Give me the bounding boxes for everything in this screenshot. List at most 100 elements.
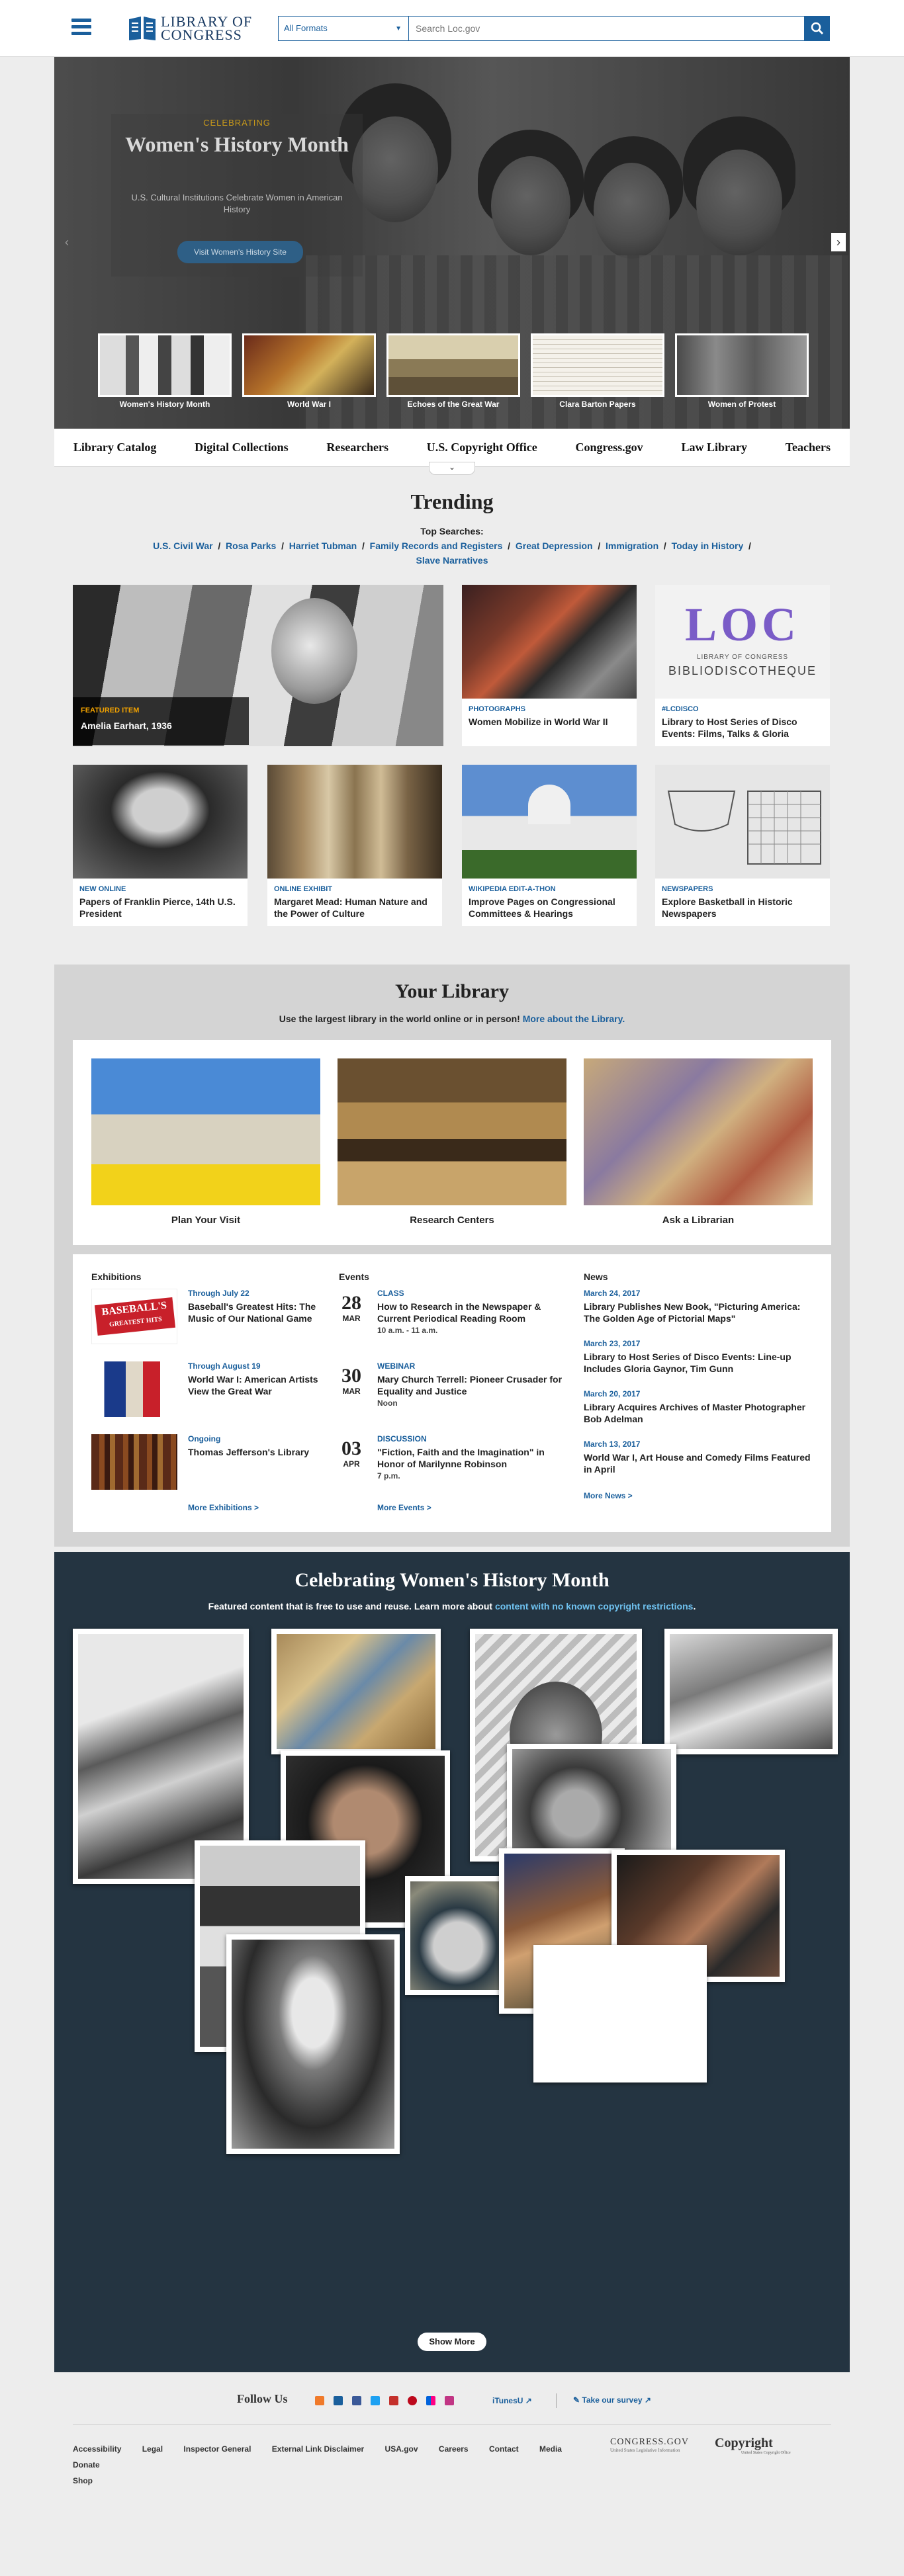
- footer-link[interactable]: Accessibility: [73, 2444, 121, 2454]
- event-item[interactable]: 03 APR DISCUSSION "Fiction, Faith and th…: [339, 1434, 564, 1500]
- nav-library-catalog[interactable]: Library Catalog: [73, 441, 157, 454]
- copyright-office-logo[interactable]: Copyright United States Copyright Office: [715, 2436, 791, 2455]
- gallery-photo[interactable]: [226, 1934, 400, 2154]
- event-item[interactable]: 30 MAR WEBINAR Mary Church Terrell: Pion…: [339, 1361, 564, 1428]
- instagram-icon[interactable]: [445, 2396, 454, 2405]
- nav-congress-gov[interactable]: Congress.gov: [576, 441, 643, 454]
- news-date: March 23, 2017: [584, 1339, 641, 1348]
- top-search-link[interactable]: Great Depression: [516, 540, 593, 551]
- nav-teachers[interactable]: Teachers: [786, 441, 831, 454]
- footer-link[interactable]: External Link Disclaimer: [272, 2444, 364, 2454]
- loc-logo[interactable]: LIBRARY OF CONGRESS: [128, 15, 252, 42]
- event-month: APR: [343, 1459, 360, 1469]
- footer-link[interactable]: Media: [539, 2444, 562, 2454]
- rss-icon[interactable]: [315, 2396, 324, 2405]
- footer-link[interactable]: Careers: [439, 2444, 469, 2454]
- search-input[interactable]: [409, 16, 805, 41]
- news-item[interactable]: March 20, 2017 Library Acquires Archives…: [584, 1389, 813, 1425]
- survey-link[interactable]: ✎ Take our survey ↗: [573, 2395, 651, 2405]
- survey-icon: ✎: [573, 2395, 580, 2405]
- news-item[interactable]: March 23, 2017 Library to Host Series of…: [584, 1339, 813, 1375]
- event-item[interactable]: 28 MAR CLASS How to Research in the News…: [339, 1289, 564, 1355]
- event-month: MAR: [342, 1387, 361, 1396]
- news-item[interactable]: March 13, 2017 World War I, Art House an…: [584, 1439, 813, 1475]
- news-title: Library to Host Series of Disco Events: …: [584, 1352, 791, 1374]
- format-select[interactable]: All Formats ▼: [278, 16, 409, 41]
- carousel-thumb[interactable]: Women of Protest: [675, 333, 809, 415]
- more-about-library-link[interactable]: More about the Library.: [523, 1013, 625, 1024]
- card-title: Library to Host Series of Disco Events: …: [662, 716, 797, 739]
- trending-card[interactable]: ONLINE EXHIBIT Margaret Mead: Human Natu…: [267, 765, 442, 926]
- logo-line2: CONGRESS: [161, 26, 242, 43]
- top-search-link[interactable]: Family Records and Registers: [370, 540, 503, 551]
- flickr-icon[interactable]: [426, 2396, 435, 2405]
- expand-nav-chevron-icon[interactable]: ⌄: [429, 462, 475, 475]
- top-search-link[interactable]: Harriet Tubman: [289, 540, 357, 551]
- chevron-down-icon: ▼: [395, 25, 402, 32]
- footer-link[interactable]: Inspector General: [183, 2444, 251, 2454]
- card-kind: ONLINE EXHIBIT: [274, 885, 333, 893]
- pinterest-icon[interactable]: [408, 2396, 417, 2405]
- trending-card[interactable]: LOC LIBRARY OF CONGRESS BIBLIODISCOTHEQU…: [655, 585, 830, 746]
- search-button[interactable]: [805, 16, 830, 41]
- facebook-icon[interactable]: [352, 2396, 361, 2405]
- footer-link[interactable]: Donate: [73, 2460, 100, 2469]
- carousel-prev-icon[interactable]: ‹: [60, 233, 74, 251]
- event-time: Noon: [377, 1398, 398, 1408]
- itunesu-link[interactable]: iTunesU ↗: [492, 2396, 532, 2405]
- nav-law-library[interactable]: Law Library: [681, 441, 747, 454]
- card-image: [462, 585, 637, 699]
- top-search-link[interactable]: Today in History: [672, 540, 744, 551]
- external-link-icon: ↗: [644, 2395, 651, 2405]
- more-news-link[interactable]: More News >: [584, 1491, 633, 1500]
- follow-us-label: Follow Us: [237, 2392, 288, 2405]
- gallery-photo[interactable]: [533, 1945, 707, 2082]
- youtube-icon[interactable]: [389, 2396, 398, 2405]
- footer-link[interactable]: Contact: [489, 2444, 519, 2454]
- plan-visit-tile[interactable]: Plan Your Visit: [91, 1058, 320, 1226]
- menu-icon[interactable]: [71, 19, 91, 36]
- exhibit-dates: Through July 22: [188, 1289, 249, 1298]
- hero-cta-button[interactable]: Visit Women's History Site: [177, 241, 303, 263]
- footer-link[interactable]: Shop: [73, 2476, 93, 2485]
- footer-link[interactable]: USA.gov: [385, 2444, 418, 2454]
- show-more-button[interactable]: Show More: [418, 2333, 486, 2351]
- carousel-thumb[interactable]: Women's History Month: [98, 333, 232, 415]
- trending-card[interactable]: NEW ONLINE Papers of Franklin Pierce, 14…: [73, 765, 248, 926]
- news-item[interactable]: March 24, 2017 Library Publishes New Boo…: [584, 1289, 813, 1324]
- external-link-icon: ↗: [525, 2396, 532, 2405]
- top-search-link[interactable]: Immigration: [606, 540, 658, 551]
- carousel-thumb[interactable]: Clara Barton Papers: [531, 333, 664, 415]
- carousel-next-icon[interactable]: ›: [831, 233, 846, 251]
- trending-card[interactable]: PHOTOGRAPHS Women Mobilize in World War …: [462, 585, 637, 746]
- trending-card[interactable]: NEWSPAPERS Explore Basketball in Histori…: [655, 765, 830, 926]
- nav-copyright-office[interactable]: U.S. Copyright Office: [427, 441, 537, 454]
- event-title: How to Research in the Newspaper & Curre…: [377, 1301, 541, 1324]
- ask-librarian-tile[interactable]: Ask a Librarian: [584, 1058, 813, 1226]
- card-kind: WIKIPEDIA EDIT-A-THON: [469, 885, 556, 893]
- trending-card[interactable]: WIKIPEDIA EDIT-A-THON Improve Pages on C…: [462, 765, 637, 926]
- gallery-photo[interactable]: [664, 1629, 838, 1754]
- research-centers-tile[interactable]: Research Centers: [338, 1058, 566, 1226]
- carousel-thumb[interactable]: World War I: [242, 333, 376, 415]
- top-search-link[interactable]: U.S. Civil War: [153, 540, 213, 551]
- site-header: LIBRARY OF CONGRESS All Formats ▼: [0, 0, 904, 57]
- nav-researchers[interactable]: Researchers: [326, 441, 388, 454]
- gallery-photo[interactable]: [271, 1629, 441, 1754]
- no-copyright-link[interactable]: content with no known copyright restrict…: [495, 1601, 693, 1611]
- email-icon[interactable]: [334, 2396, 343, 2405]
- footer-link[interactable]: Legal: [142, 2444, 163, 2454]
- carousel-thumb[interactable]: Echoes of the Great War: [386, 333, 520, 415]
- thumb-label: Clara Barton Papers: [559, 400, 636, 409]
- news-title: World War I, Art House and Comedy Films …: [584, 1452, 811, 1475]
- congress-gov-logo[interactable]: CONGRESS.GOV United States Legislative I…: [610, 2437, 689, 2453]
- event-day: 03: [341, 1438, 361, 1459]
- nav-digital-collections[interactable]: Digital Collections: [195, 441, 289, 454]
- top-search-link[interactable]: Slave Narratives: [416, 555, 488, 566]
- exhibit-title: Thomas Jefferson's Library: [188, 1447, 310, 1457]
- twitter-icon[interactable]: [371, 2396, 380, 2405]
- featured-item-card[interactable]: FEATURED ITEM Amelia Earhart, 1936: [73, 585, 443, 746]
- more-events-link[interactable]: More Events >: [377, 1503, 431, 1512]
- top-search-link[interactable]: Rosa Parks: [226, 540, 276, 551]
- more-exhibitions-link[interactable]: More Exhibitions >: [188, 1503, 259, 1512]
